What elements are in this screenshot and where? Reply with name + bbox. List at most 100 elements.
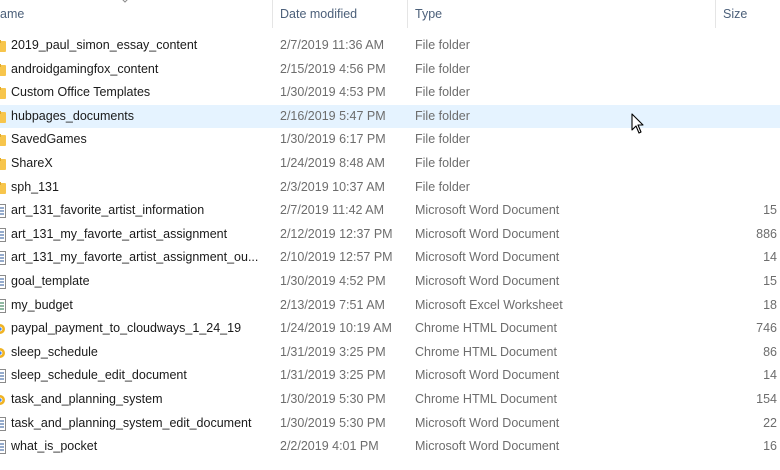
date-modified-cell: 2/2/2019 4:01 PM [280,439,379,454]
sort-ascending-icon [122,0,128,3]
type-cell: File folder [415,108,470,123]
date-modified-cell: 1/30/2019 5:30 PM [280,415,386,430]
file-name: sph_131 [11,179,59,194]
file-name: Custom Office Templates [11,85,151,100]
date-modified-cell: 1/30/2019 6:17 PM [280,132,386,147]
file-list: 2019_paul_simon_essay_content 2/7/2019 11… [0,34,780,459]
name-cell[interactable]: goal_template [0,270,268,294]
file-name: art_131_my_favorte_artist_assignment_ou.… [11,250,259,265]
file-name: ShareX [11,155,53,170]
date-modified-cell: 1/24/2019 10:19 AM [280,321,392,336]
column-header-bar: ame Date modified Type Size [0,0,780,28]
file-row[interactable]: what_is_pocket 2/2/2019 4:01 PM Microsoft … [0,435,780,459]
size-cell: 154 [756,391,777,406]
type-cell: Microsoft Word Document [415,415,560,430]
date-modified-cell: 2/7/2019 11:36 AM [280,38,385,52]
file-row[interactable]: my_budget 2/13/2019 7:51 AM Microsoft Exce… [0,294,780,318]
size-cell: 15 [763,273,777,288]
name-cell[interactable]: 2019_paul_simon_essay_content [0,34,268,58]
name-cell[interactable]: art_131_my_favorte_artist_assignment_ou.… [0,246,268,270]
file-name: task_and_planning_system_edit_document [11,415,252,430]
file-name: my_budget [11,297,73,312]
date-modified-cell: 1/24/2019 8:48 AM [280,155,385,170]
file-name: hubpages_documents [11,108,135,123]
file-row[interactable]: ShareX 1/24/2019 8:48 AM File folder [0,152,780,176]
date-modified-cell: 2/12/2019 12:37 PM [280,226,393,241]
name-cell[interactable]: ShareX [0,152,268,176]
file-row[interactable]: androidgamingfox_content 2/15/2019 4:56 P… [0,58,780,82]
file-row[interactable]: paypal_payment_to_cloudways_1_24_19 1/24/… [0,317,780,341]
file-row[interactable]: task_and_planning_system 1/30/2019 5:30 P… [0,388,780,412]
name-cell[interactable]: sleep_schedule [0,341,268,365]
name-cell[interactable]: what_is_pocket [0,435,268,459]
name-cell[interactable]: task_and_planning_system_edit_document [0,412,268,436]
file-row[interactable]: sleep_schedule_edit_document 1/31/2019 3:… [0,364,780,388]
date-modified-cell: 1/30/2019 4:53 PM [280,85,386,100]
file-name: sleep_schedule [11,344,98,359]
file-row[interactable]: goal_template 1/30/2019 4:52 PM Microsoft … [0,270,780,294]
name-cell[interactable]: hubpages_documents [0,105,268,129]
file-row[interactable]: art_131_my_favorte_artist_assignment_ou.… [0,246,780,270]
column-divider[interactable] [272,0,273,28]
file-row[interactable]: 2019_paul_simon_essay_content 2/7/2019 11… [0,34,780,58]
name-cell[interactable]: sph_131 [0,176,268,200]
column-header-date-modified[interactable]: Date modified [280,0,357,28]
column-divider[interactable] [715,0,716,28]
size-cell: 16 [763,439,777,454]
type-cell: Microsoft Word Document [415,439,560,454]
file-row[interactable]: Custom Office Templates 1/30/2019 4:53 PM… [0,81,780,105]
size-cell: 22 [763,415,777,430]
file-row[interactable]: task_and_planning_system_edit_document 1/… [0,412,780,436]
column-header-name[interactable]: ame [0,0,24,28]
size-cell [716,81,777,105]
type-cell: Chrome HTML Document [415,391,557,406]
column-header-type[interactable]: Type [415,0,442,28]
date-modified-cell: 2/10/2019 12:57 PM [280,250,393,265]
file-name: 2019_paul_simon_essay_content [11,38,198,52]
name-cell[interactable]: task_and_planning_system [0,388,268,412]
date-modified-cell: 2/3/2019 10:37 AM [280,179,385,194]
size-cell [716,105,777,129]
name-cell[interactable]: art_131_my_favorte_artist_assignment [0,223,268,247]
name-cell[interactable]: paypal_payment_to_cloudways_1_24_19 [0,317,268,341]
file-name: art_131_my_favorte_artist_assignment [11,226,228,241]
file-name: androidgamingfox_content [11,61,159,76]
file-row[interactable]: art_131_my_favorte_artist_assignment 2/12… [0,223,780,247]
type-cell: Chrome HTML Document [415,321,557,336]
file-row[interactable]: sph_131 2/3/2019 10:37 AM File folder [0,176,780,200]
file-row[interactable]: SavedGames 1/30/2019 6:17 PM File folder [0,128,780,152]
file-name: SavedGames [11,132,87,147]
name-cell[interactable]: Custom Office Templates [0,81,268,105]
type-cell: File folder [415,85,470,100]
name-cell[interactable]: SavedGames [0,128,268,152]
file-row[interactable]: hubpages_documents 2/16/2019 5:47 PM File … [0,104,780,129]
file-name: paypal_payment_to_cloudways_1_24_19 [11,321,242,336]
date-modified-cell: 1/30/2019 4:52 PM [280,273,386,288]
size-cell [716,34,777,58]
date-modified-cell: 2/7/2019 11:42 AM [280,203,385,218]
type-cell: File folder [415,155,470,170]
name-cell[interactable]: androidgamingfox_content [0,58,268,82]
file-row[interactable]: sleep_schedule 1/31/2019 3:25 PM Chrome HT… [0,341,780,365]
size-cell: 14 [763,368,777,383]
column-header-size[interactable]: Size [723,0,747,28]
column-divider[interactable] [407,0,408,28]
size-cell: 18 [763,297,777,312]
file-name: task_and_planning_system [11,391,163,406]
type-cell: Microsoft Word Document [415,226,560,241]
size-cell: 14 [763,250,777,265]
name-cell[interactable]: art_131_favorite_artist_information [0,199,268,223]
file-name: sleep_schedule_edit_document [11,368,187,383]
date-modified-cell: 2/16/2019 5:47 PM [280,108,386,123]
date-modified-cell: 1/31/2019 3:25 PM [280,344,386,359]
file-explorer-details-view: ame Date modified Type Size 2019_paul_si… [0,0,780,470]
size-cell [716,152,777,176]
file-name: goal_template [11,273,90,288]
name-cell[interactable]: sleep_schedule_edit_document [0,364,268,388]
name-cell[interactable]: my_budget [0,294,268,318]
file-row[interactable]: art_131_favorite_artist_information 2/7/2… [0,199,780,223]
date-modified-cell: 2/15/2019 4:56 PM [280,61,386,76]
file-name: what_is_pocket [11,439,98,454]
size-cell: 746 [756,321,777,336]
type-cell: Microsoft Word Document [415,250,560,265]
